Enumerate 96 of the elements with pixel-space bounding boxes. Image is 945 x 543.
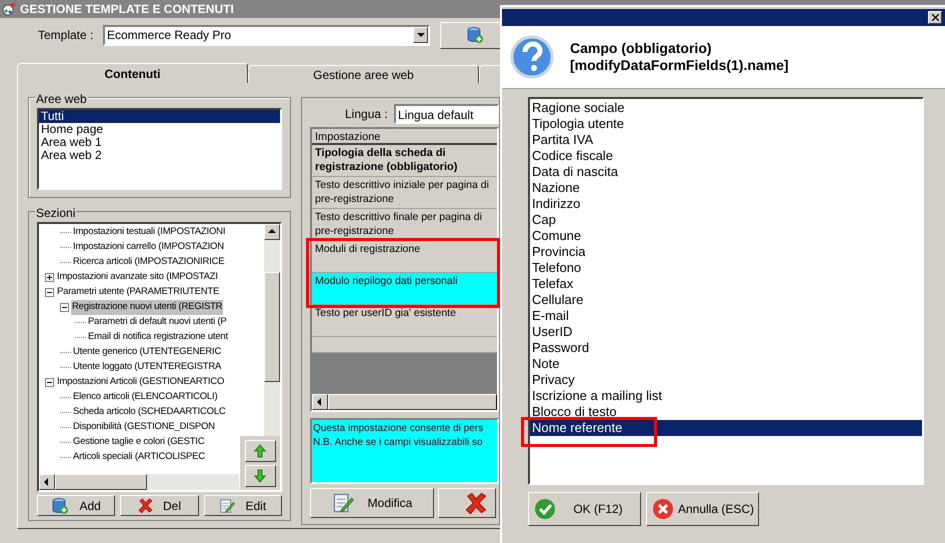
collapse-toggle[interactable]: [45, 378, 54, 387]
check-icon: [534, 498, 556, 520]
minus-icon: [47, 290, 52, 295]
field-label: Lingua :: [345, 106, 389, 123]
database-add-icon: [466, 26, 484, 44]
question-icon: [510, 35, 554, 79]
list-item[interactable]: Cap: [530, 212, 922, 228]
minus-icon: [47, 380, 52, 385]
description-text: Questa impostazione consente di pers: [313, 422, 484, 436]
move-up-button[interactable]: [244, 440, 276, 462]
up-arrow-icon: [254, 444, 266, 458]
tree-item[interactable]: Registrazione nuovi utenti (REGISTR: [71, 300, 224, 315]
grid-row[interactable]: Tipologia della scheda di registrazione (obbligatorio): [312, 145, 497, 177]
template-dropdown[interactable]: Ecommerce Ready Pro: [103, 24, 430, 46]
cross-icon: [652, 498, 674, 520]
list-item[interactable]: Area web 1: [39, 136, 280, 149]
notepad-pencil-icon: [219, 498, 236, 514]
tree-item[interactable]: Impostazioni Articoli (GESTIONEARTICO: [56, 375, 226, 390]
list-item[interactable]: Partita IVA: [530, 132, 922, 148]
tree-item[interactable]: Utente loggato (UTENTEREGISTRA: [72, 360, 222, 375]
window-title: GESTIONE TEMPLATE E CONTENUTI: [20, 1, 234, 18]
close-icon: [932, 14, 938, 21]
tree-item[interactable]: Elenco articoli (ELENCOARTICOLI): [72, 390, 218, 405]
list-item[interactable]: Tutti: [39, 110, 280, 123]
cross-icon: [138, 498, 153, 513]
vertical-scrollbar[interactable]: [264, 224, 280, 439]
list-item[interactable]: Comune: [530, 228, 922, 244]
close-button[interactable]: [928, 11, 942, 24]
tree-item[interactable]: Disponibilità (GESTIONE_DISPON: [72, 420, 216, 435]
tab[interactable]: Contenuti: [17, 63, 248, 83]
delete-button[interactable]: [438, 488, 496, 518]
tree-item[interactable]: Impostazioni avanzate sito (IMPOSTAZI: [56, 270, 219, 285]
list-item[interactable]: Ragione sociale: [530, 100, 922, 116]
scroll-thumb[interactable]: [264, 272, 280, 382]
list-item[interactable]: Home page: [39, 123, 280, 136]
list-item[interactable]: Blocco di testo: [530, 404, 922, 420]
list-item[interactable]: Provincia: [530, 244, 922, 260]
tree-item[interactable]: Email di notifica registrazione utent: [87, 330, 229, 345]
tab[interactable]: Gestione aree web: [248, 65, 479, 83]
cross-icon: [465, 492, 487, 514]
down-arrow-icon: [254, 468, 266, 482]
tree-item[interactable]: Parametri utente (PARAMETRIUTENTE: [56, 285, 220, 300]
horizontal-scrollbar[interactable]: [39, 474, 239, 490]
dialog-heading: [modifyDataFormFields(1).name]: [570, 57, 789, 74]
grid-row[interactable]: Testo descrittivo iniziale per pagina di pre-registrazione: [312, 177, 497, 209]
list-item[interactable]: Nazione: [530, 180, 922, 196]
dialog-button[interactable]: OK (F12): [528, 492, 641, 526]
list-item[interactable]: Area web 2: [39, 149, 280, 162]
tree-item[interactable]: Scheda articolo (SCHEDAARTICOLC: [72, 405, 227, 420]
tree-item[interactable]: Parametri di default nuovi utenti (P: [87, 315, 228, 330]
scroll-thumb[interactable]: [55, 474, 147, 490]
list-item[interactable]: Telefax: [530, 276, 922, 292]
collapse-toggle[interactable]: [45, 288, 54, 297]
tree-item[interactable]: Ricerca articoli (IMPOSTAZIONIRICE: [72, 255, 226, 270]
list-item[interactable]: Nome referente: [530, 420, 922, 436]
list-item[interactable]: Data di nascita: [530, 164, 922, 180]
description-text: N.B. Anche se i campi visualizzabili so: [313, 436, 484, 450]
column-header: Impostazione: [312, 129, 497, 145]
tree-item[interactable]: Impostazioni carrello (IMPOSTAZION: [72, 240, 225, 255]
database-add-icon: [51, 496, 70, 514]
list-item[interactable]: Indirizzo: [530, 196, 922, 212]
plus-icon: [47, 275, 52, 280]
toolbar-button[interactable]: Add: [37, 495, 116, 516]
grid-row[interactable]: Moduli di registrazione: [312, 241, 497, 273]
list-item[interactable]: Privacy: [530, 372, 922, 388]
toolbar-button[interactable]: Del: [120, 495, 199, 516]
list-item[interactable]: Tipologia utente: [530, 116, 922, 132]
list-item[interactable]: Iscrizione a mailing list: [530, 388, 922, 404]
tree-item[interactable]: Gestione taglie e colori (GESTIC: [72, 435, 206, 450]
tree-item[interactable]: Articoli speciali (ARTICOLISPEC: [72, 450, 206, 465]
move-down-button[interactable]: [244, 464, 276, 486]
expand-toggle[interactable]: [45, 273, 54, 282]
minus-icon: [62, 305, 67, 310]
list-item[interactable]: E-mail: [530, 308, 922, 324]
caret-icon: [416, 30, 426, 40]
list-item[interactable]: Note: [530, 356, 922, 372]
list-item[interactable]: Password: [530, 340, 922, 356]
dropdown-button[interactable]: [413, 27, 428, 43]
dialog-button[interactable]: Annulla (ESC): [646, 492, 759, 526]
dialog-heading: Campo (obbligatorio): [570, 40, 713, 57]
list-item[interactable]: Telefono: [530, 260, 922, 276]
modify-button[interactable]: Modifica: [310, 488, 434, 518]
grid-row[interactable]: Testo per userID gia' esistente: [312, 305, 497, 337]
list-item[interactable]: UserID: [530, 324, 922, 340]
language-field[interactable]: Lingua default: [394, 104, 499, 124]
list-item[interactable]: Cellulare: [530, 292, 922, 308]
collapse-toggle[interactable]: [60, 303, 69, 312]
toolbar-button[interactable]: Edit: [204, 495, 282, 516]
grid-row[interactable]: Testo descrittivo finale per pagina di pre-registrazione: [312, 209, 497, 241]
list-item[interactable]: Codice fiscale: [530, 148, 922, 164]
notepad-pencil-icon: [332, 492, 354, 514]
tree-item[interactable]: Utente generico (UTENTEGENERIC: [72, 345, 222, 360]
grid-row[interactable]: Modulo riepilogo dati personali: [312, 273, 497, 305]
field-label: Template :: [38, 27, 94, 44]
tree-item[interactable]: Impostazioni testuali (IMPOSTAZIONI: [72, 225, 226, 240]
app-icon: [2, 2, 18, 16]
